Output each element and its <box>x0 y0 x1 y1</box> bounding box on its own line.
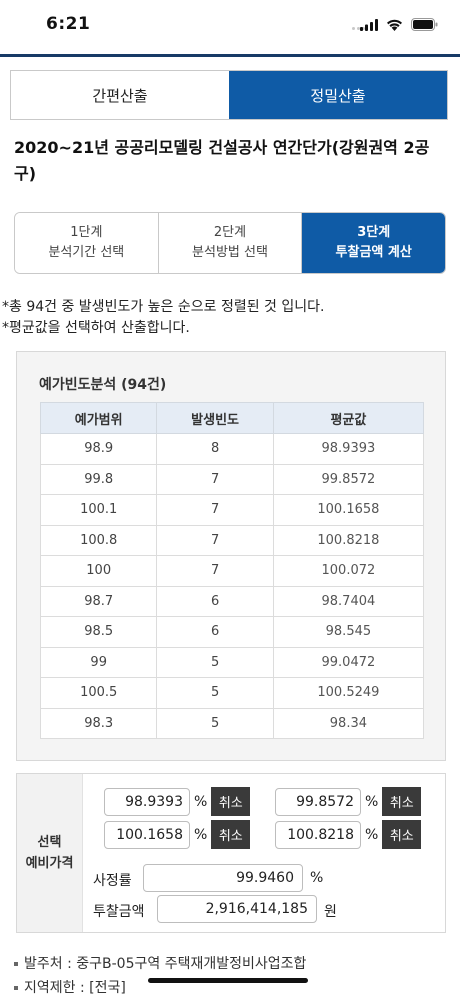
notes: *총 94건 중 발생빈도가 높은 순으로 정렬된 것 입니다. *평균값을 선… <box>2 297 458 339</box>
average-cell[interactable]: 98.7404 <box>272 585 425 617</box>
range-cell: 100.5 <box>39 677 158 709</box>
step-2-number: 2단계 <box>213 225 247 240</box>
average-cell[interactable]: 99.8572 <box>272 463 425 495</box>
range-cell: 100.8 <box>39 524 158 556</box>
wifi-icon <box>386 16 403 35</box>
range-cell: 98.3 <box>39 707 158 739</box>
status-bar: 6:21 <box>0 0 460 50</box>
header-rule <box>0 54 460 57</box>
frequency-table: 예가범위 발생빈도 평균값 98.9 8 98.9393 99.8 7 99.8572 … <box>39 402 425 739</box>
step-1-number: 1단계 <box>70 225 103 240</box>
frequency-cell: 5 <box>156 707 274 739</box>
amount-unit: 원 <box>324 904 337 920</box>
tab-simple-calc[interactable]: 간편산출 <box>11 71 229 119</box>
percent-sign: % <box>365 793 379 810</box>
table-row: 98.5 6 98.545 <box>39 616 425 648</box>
table-row: 100 7 100.072 <box>39 555 425 587</box>
frequency-cell: 8 <box>156 433 274 465</box>
table-header-row: 예가범위 발생빈도 평균값 <box>39 402 425 434</box>
average-cell[interactable]: 99.0472 <box>272 646 425 678</box>
range-cell: 99 <box>39 646 158 678</box>
step-2-tab[interactable]: 2단계 분석방법 선택 <box>158 213 303 273</box>
selection-label: 선택 예비가격 <box>17 774 83 932</box>
header-range: 예가범위 <box>39 402 158 434</box>
pick-1-cancel-button[interactable]: 취소 <box>211 787 251 816</box>
pick-4-cancel-button[interactable]: 취소 <box>382 820 422 849</box>
average-cell[interactable]: 98.545 <box>272 616 425 648</box>
pick-3: 100.1658 % 취소 <box>104 820 251 849</box>
average-cell[interactable]: 98.34 <box>272 707 425 739</box>
frequency-cell: 7 <box>156 555 274 587</box>
rate-label: 사정률 <box>93 873 132 889</box>
pick-2: 99.8572 % 취소 <box>275 787 422 816</box>
table-row: 98.3 5 98.34 <box>39 707 425 739</box>
pick-1-value[interactable]: 98.9393 <box>104 787 190 816</box>
average-cell[interactable]: 100.1658 <box>272 494 425 526</box>
frequency-panel: 예가빈도분석 (94건) 예가범위 발생빈도 평균값 98.9 8 98.9393 … <box>16 351 446 761</box>
percent-sign: % <box>194 826 208 843</box>
range-cell: 100.1 <box>39 494 158 526</box>
frequency-cell: 5 <box>156 677 274 709</box>
rate-unit: % <box>310 870 324 886</box>
bullet-icon <box>14 986 18 990</box>
tab-precise-calc[interactable]: 정밀산출 <box>229 71 447 119</box>
range-cell: 99.8 <box>39 463 158 495</box>
percent-sign: % <box>365 826 379 843</box>
pick-4-value[interactable]: 100.8218 <box>275 820 361 849</box>
frequency-cell: 7 <box>156 494 274 526</box>
table-row: 98.9 8 98.9393 <box>39 433 425 465</box>
step-3-tab[interactable]: 3단계 투찰금액 계산 <box>302 213 445 273</box>
amount-field[interactable]: 2,916,414,185 <box>157 895 317 923</box>
average-cell[interactable]: 100.8218 <box>272 524 425 556</box>
selection-panel: 선택 예비가격 98.9393 % 취소 99.8572 % 취소 100.16… <box>16 773 446 933</box>
step-2-label: 분석방법 선택 <box>192 245 268 260</box>
page-title: 2020~21년 공공리모델링 건설공사 연간단가(강원권역 2공구) <box>14 138 430 183</box>
rate-field[interactable]: 99.9460 <box>143 864 303 892</box>
frequency-cell: 5 <box>156 646 274 678</box>
average-cell[interactable]: 98.9393 <box>272 433 425 465</box>
status-time: 6:21 <box>46 14 91 34</box>
pick-1: 98.9393 % 취소 <box>104 787 251 816</box>
step-tabs: 1단계 분석기간 선택 2단계 분석방법 선택 3단계 투찰금액 계산 <box>14 212 446 274</box>
table-row: 100.1 7 100.1658 <box>39 494 425 526</box>
table-row: 99 5 99.0472 <box>39 646 425 678</box>
note-line: *총 94건 중 발생빈도가 높은 순으로 정렬된 것 입니다. <box>2 299 325 315</box>
amount-label: 투찰금액 <box>93 904 145 920</box>
frequency-cell: 7 <box>156 524 274 556</box>
range-cell: 98.5 <box>39 616 158 648</box>
range-cell: 98.9 <box>39 433 158 465</box>
average-cell[interactable]: 100.5249 <box>272 677 425 709</box>
average-cell[interactable]: 100.072 <box>272 555 425 587</box>
range-cell: 100 <box>39 555 158 587</box>
table-row: 100.8 7 100.8218 <box>39 524 425 556</box>
home-indicator[interactable] <box>148 978 308 983</box>
table-row: 99.8 7 99.8572 <box>39 463 425 495</box>
table-row: 100.5 5 100.5249 <box>39 677 425 709</box>
range-cell: 98.7 <box>39 585 158 617</box>
signal-icon <box>360 16 378 35</box>
region-info: 지역제한 : [전국] <box>14 977 126 996</box>
battery-icon <box>411 16 438 35</box>
step-1-label: 분석기간 선택 <box>48 245 125 260</box>
percent-sign: % <box>194 793 208 810</box>
table-row: 98.7 6 98.7404 <box>39 585 425 617</box>
header-average: 평균값 <box>272 402 425 434</box>
pick-2-cancel-button[interactable]: 취소 <box>382 787 422 816</box>
step-3-number: 3단계 <box>357 225 391 240</box>
frequency-cell: 7 <box>156 463 274 495</box>
step-1-tab[interactable]: 1단계 분석기간 선택 <box>15 213 159 273</box>
bullet-icon <box>14 962 18 966</box>
pick-2-value[interactable]: 99.8572 <box>275 787 361 816</box>
pick-3-value[interactable]: 100.1658 <box>104 820 190 849</box>
pick-3-cancel-button[interactable]: 취소 <box>211 820 251 849</box>
frequency-title: 예가빈도분석 (94건) <box>39 377 167 393</box>
mode-tabs: 간편산출 정밀산출 <box>10 70 448 120</box>
step-3-label: 투찰금액 계산 <box>335 245 412 260</box>
frequency-cell: 6 <box>156 585 274 617</box>
note-line: *평균값을 선택하여 산출합니다. <box>2 320 190 336</box>
pick-4: 100.8218 % 취소 <box>275 820 422 849</box>
frequency-cell: 6 <box>156 616 274 648</box>
header-frequency: 발생빈도 <box>156 402 274 434</box>
orderer-info: 발주처 : 중구B-05구역 주택재개발정비사업조합 <box>14 953 306 973</box>
